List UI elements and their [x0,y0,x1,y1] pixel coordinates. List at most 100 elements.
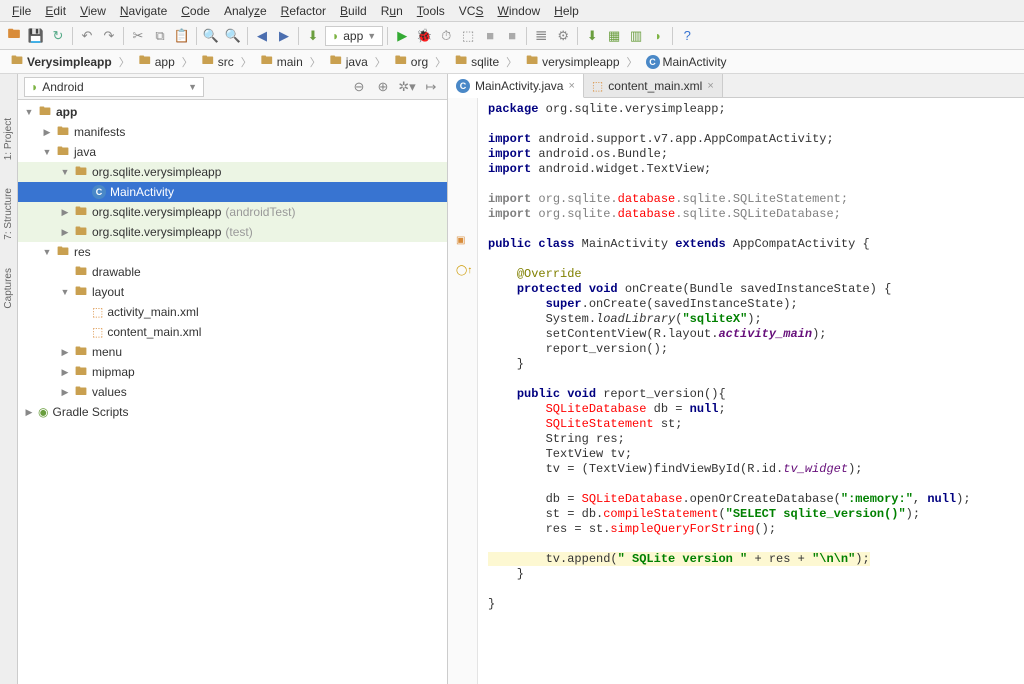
avd-icon[interactable]: ▦ [604,26,624,46]
menu-analyze[interactable]: Analyze [218,2,273,20]
expand-arrow-icon[interactable]: ▶ [42,127,52,138]
android2-icon[interactable] [648,26,668,46]
menu-code[interactable]: Code [175,2,216,20]
paste-icon[interactable]: 📋 [172,26,192,46]
redo-icon[interactable]: ↷ [99,26,119,46]
collapse-icon[interactable]: ⊖ [349,77,369,97]
find-icon[interactable]: 🔍 [201,26,221,46]
folder-icon [74,225,88,239]
expand-arrow-icon[interactable]: ▶ [24,407,34,418]
left-tab-structure[interactable]: 7: Structure [3,184,14,244]
expand-arrow-icon[interactable]: ▼ [42,147,52,157]
debug-icon[interactable]: 🐞 [414,26,434,46]
locate-icon[interactable]: ⊕ [373,77,393,97]
menu-build[interactable]: Build [334,2,373,20]
profile-icon[interactable]: ⏱ [436,26,456,46]
tree-node[interactable]: ▶org.sqlite.verysimpleapp (androidTest) [18,202,447,222]
undo-icon[interactable]: ↶ [77,26,97,46]
close-icon[interactable]: × [568,80,574,92]
expand-arrow-icon[interactable]: ▶ [60,367,70,378]
attach-icon[interactable]: ⬚ [458,26,478,46]
tree-node[interactable]: ▼java [18,142,447,162]
folder-icon [74,285,88,299]
copy-icon[interactable]: ⧉ [150,26,170,46]
tree-node[interactable]: ▶org.sqlite.verysimpleapp (test) [18,222,447,242]
tree-node[interactable]: ▶manifests [18,122,447,142]
tree-node[interactable]: ⬚content_main.xml [18,322,447,342]
folder-icon [394,55,408,69]
breadcrumb-item[interactable]: verysimpleapp [521,54,641,70]
replace-icon[interactable]: 🔍 [223,26,243,46]
tree-node[interactable]: MainActivity [18,182,447,202]
class-icon [456,79,470,93]
expand-arrow-icon[interactable]: ▼ [60,167,70,177]
menu-navigate[interactable]: Navigate [114,2,173,20]
open-icon[interactable]: 🖿 [4,26,24,46]
close-icon[interactable]: × [707,80,713,92]
menu-help[interactable]: Help [548,2,585,20]
code-content[interactable]: package org.sqlite.verysimpleapp; import… [478,98,1024,684]
folder-icon [329,55,343,69]
editor-tab[interactable]: MainActivity.java× [448,74,584,98]
folder-icon [454,55,468,69]
menu-refactor[interactable]: Refactor [275,2,332,20]
run-config-select[interactable]: app ▼ [325,26,383,46]
breadcrumb-item[interactable]: MainActivity [642,55,738,69]
breadcrumb-item[interactable]: app [134,54,197,70]
save-icon[interactable]: 💾 [26,26,46,46]
expand-arrow-icon[interactable]: ▼ [60,287,70,297]
tree-node[interactable]: drawable [18,262,447,282]
breadcrumb-item[interactable]: sqlite [450,54,521,70]
stop2-icon[interactable]: ■ [502,26,522,46]
breadcrumb-item[interactable]: Verysimpleapp [6,54,134,70]
monitor-icon[interactable]: ▥ [626,26,646,46]
tree-node[interactable]: ▶mipmap [18,362,447,382]
expand-arrow-icon[interactable]: ▶ [60,347,70,358]
menu-edit[interactable]: Edit [39,2,72,20]
expand-arrow-icon[interactable]: ▶ [60,387,70,398]
menu-run[interactable]: Run [375,2,409,20]
tree-node[interactable]: ▶values [18,382,447,402]
expand-arrow-icon[interactable]: ▶ [60,207,70,218]
run-icon[interactable]: ▶ [392,26,412,46]
hide-icon[interactable]: ↦ [421,77,441,97]
sdk-icon[interactable]: ⬇ [582,26,602,46]
project-view-select[interactable]: Android ▼ [24,77,204,97]
structure-icon[interactable]: 𝌆 [531,26,551,46]
menu-file[interactable]: FFileile [6,2,37,20]
expand-arrow-icon[interactable]: ▼ [42,247,52,257]
tree-node[interactable]: ▼layout [18,282,447,302]
breadcrumb-label: app [155,55,175,69]
folder-icon [74,205,88,219]
left-tab-project[interactable]: 1: Project [3,114,14,164]
expand-arrow-icon[interactable]: ▼ [24,107,34,117]
forward-icon[interactable]: ▶ [274,26,294,46]
tree-node[interactable]: ⬚activity_main.xml [18,302,447,322]
editor-tab[interactable]: ⬚content_main.xml× [584,74,723,97]
tree-node[interactable]: ▼app [18,102,447,122]
sync-icon[interactable]: ↻ [48,26,68,46]
tree-node[interactable]: ▼res [18,242,447,262]
menu-vcs[interactable]: VCS [453,2,490,20]
menu-tools[interactable]: Tools [411,2,451,20]
gear-icon[interactable]: ✲▾ [397,77,417,97]
make-icon[interactable]: ⬇ [303,26,323,46]
expand-arrow-icon[interactable]: ▶ [60,227,70,238]
override-icon[interactable]: ◯↑ [456,265,472,276]
breadcrumb-item[interactable]: main [256,54,325,70]
menu-window[interactable]: Window [491,2,546,20]
cut-icon[interactable]: ✂ [128,26,148,46]
menu-view[interactable]: View [74,2,112,20]
breadcrumb-item[interactable]: src [197,54,256,70]
breadcrumb-item[interactable]: org [390,54,450,70]
settings-icon[interactable]: ⚙ [553,26,573,46]
tree-node[interactable]: ▶menu [18,342,447,362]
back-icon[interactable]: ◀ [252,26,272,46]
left-tab-captures[interactable]: Captures [3,264,14,313]
tree-node[interactable]: ▼org.sqlite.verysimpleapp [18,162,447,182]
tree-node[interactable]: ▶◉Gradle Scripts [18,402,447,422]
code-editor[interactable]: ◯↑ ▣ package org.sqlite.verysimpleapp; i… [448,98,1024,684]
breadcrumb-item[interactable]: java [325,54,390,70]
help-icon[interactable]: ? [677,26,697,46]
stop-icon[interactable]: ■ [480,26,500,46]
